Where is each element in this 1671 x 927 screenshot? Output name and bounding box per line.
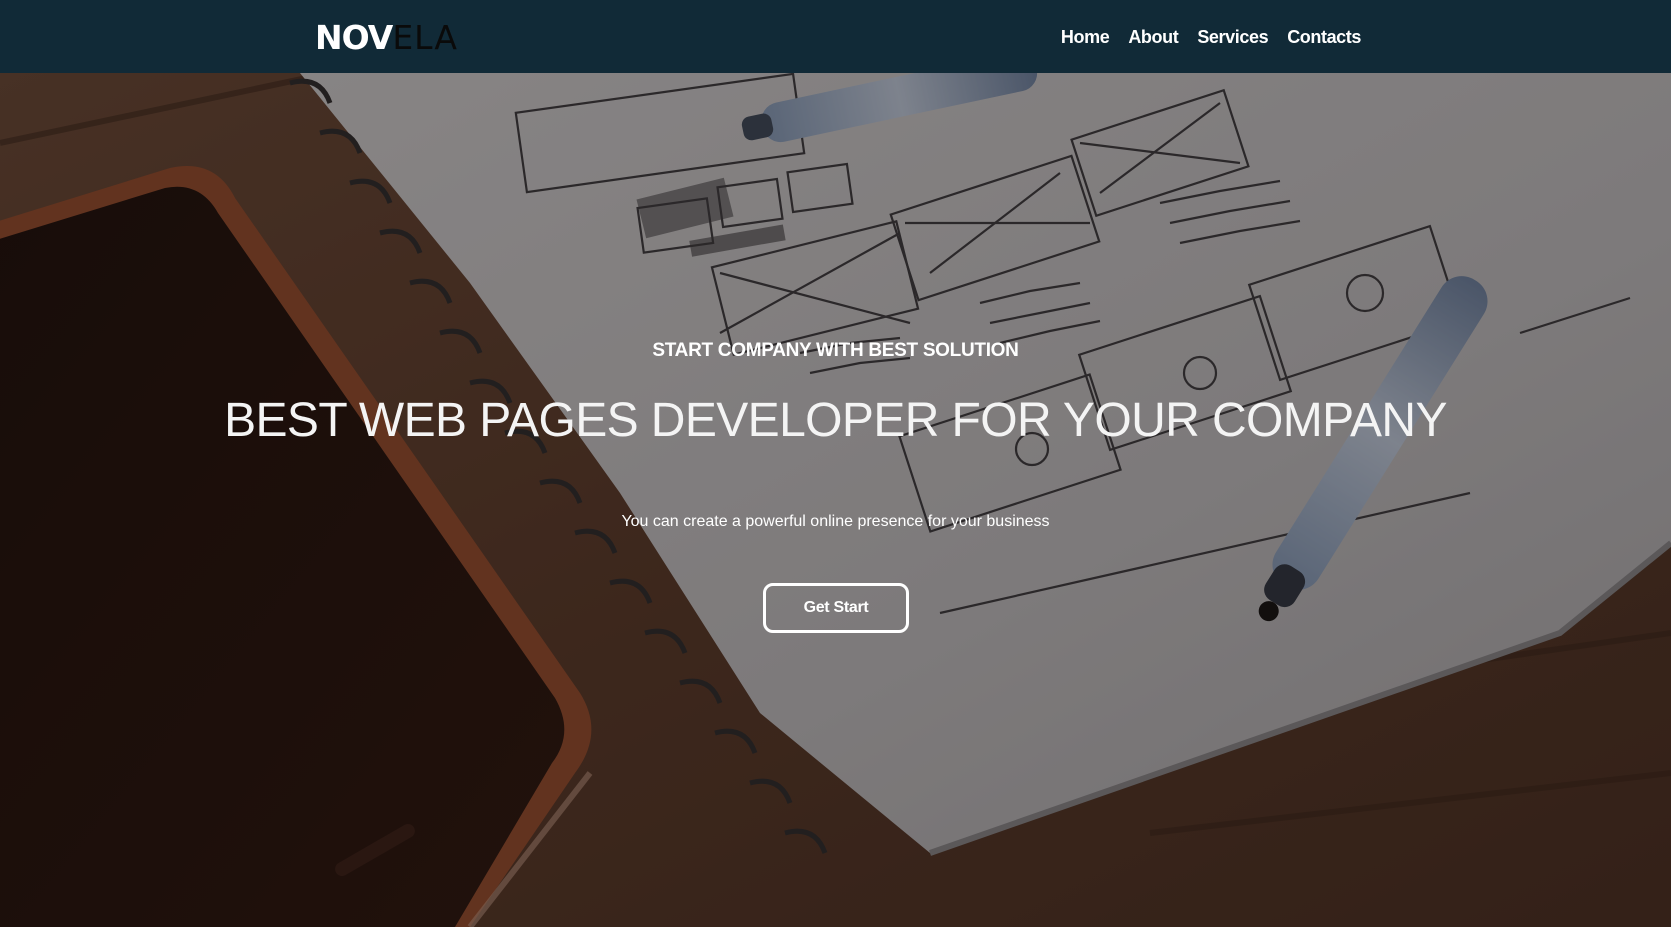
top-navbar: NOVELA Home About Services Contacts xyxy=(0,0,1671,73)
hero-section: START COMPANY WITH BEST SOLUTION BEST WE… xyxy=(0,73,1671,927)
hero-headline: BEST WEB PAGES DEVELOPER FOR YOUR COMPAN… xyxy=(224,394,1447,447)
hero-content: START COMPANY WITH BEST SOLUTION BEST WE… xyxy=(0,73,1671,927)
nav-links: Home About Services Contacts xyxy=(1042,24,1361,50)
nav-link-services[interactable]: Services xyxy=(1197,24,1268,50)
nav-link-home[interactable]: Home xyxy=(1061,24,1110,50)
get-start-button[interactable]: Get Start xyxy=(763,583,909,633)
landing-page: NOVELA Home About Services Contacts STAR… xyxy=(0,0,1671,927)
nav-link-about[interactable]: About xyxy=(1128,24,1178,50)
hero-eyebrow: START COMPANY WITH BEST SOLUTION xyxy=(652,340,1019,361)
nav-link-contacts[interactable]: Contacts xyxy=(1287,24,1361,50)
logo-text-white: NOV xyxy=(315,18,393,57)
hero-subtitle: You can create a powerful online presenc… xyxy=(621,513,1050,530)
logo-text-black: ELA xyxy=(392,18,458,57)
brand-logo[interactable]: NOVELA xyxy=(315,18,458,58)
